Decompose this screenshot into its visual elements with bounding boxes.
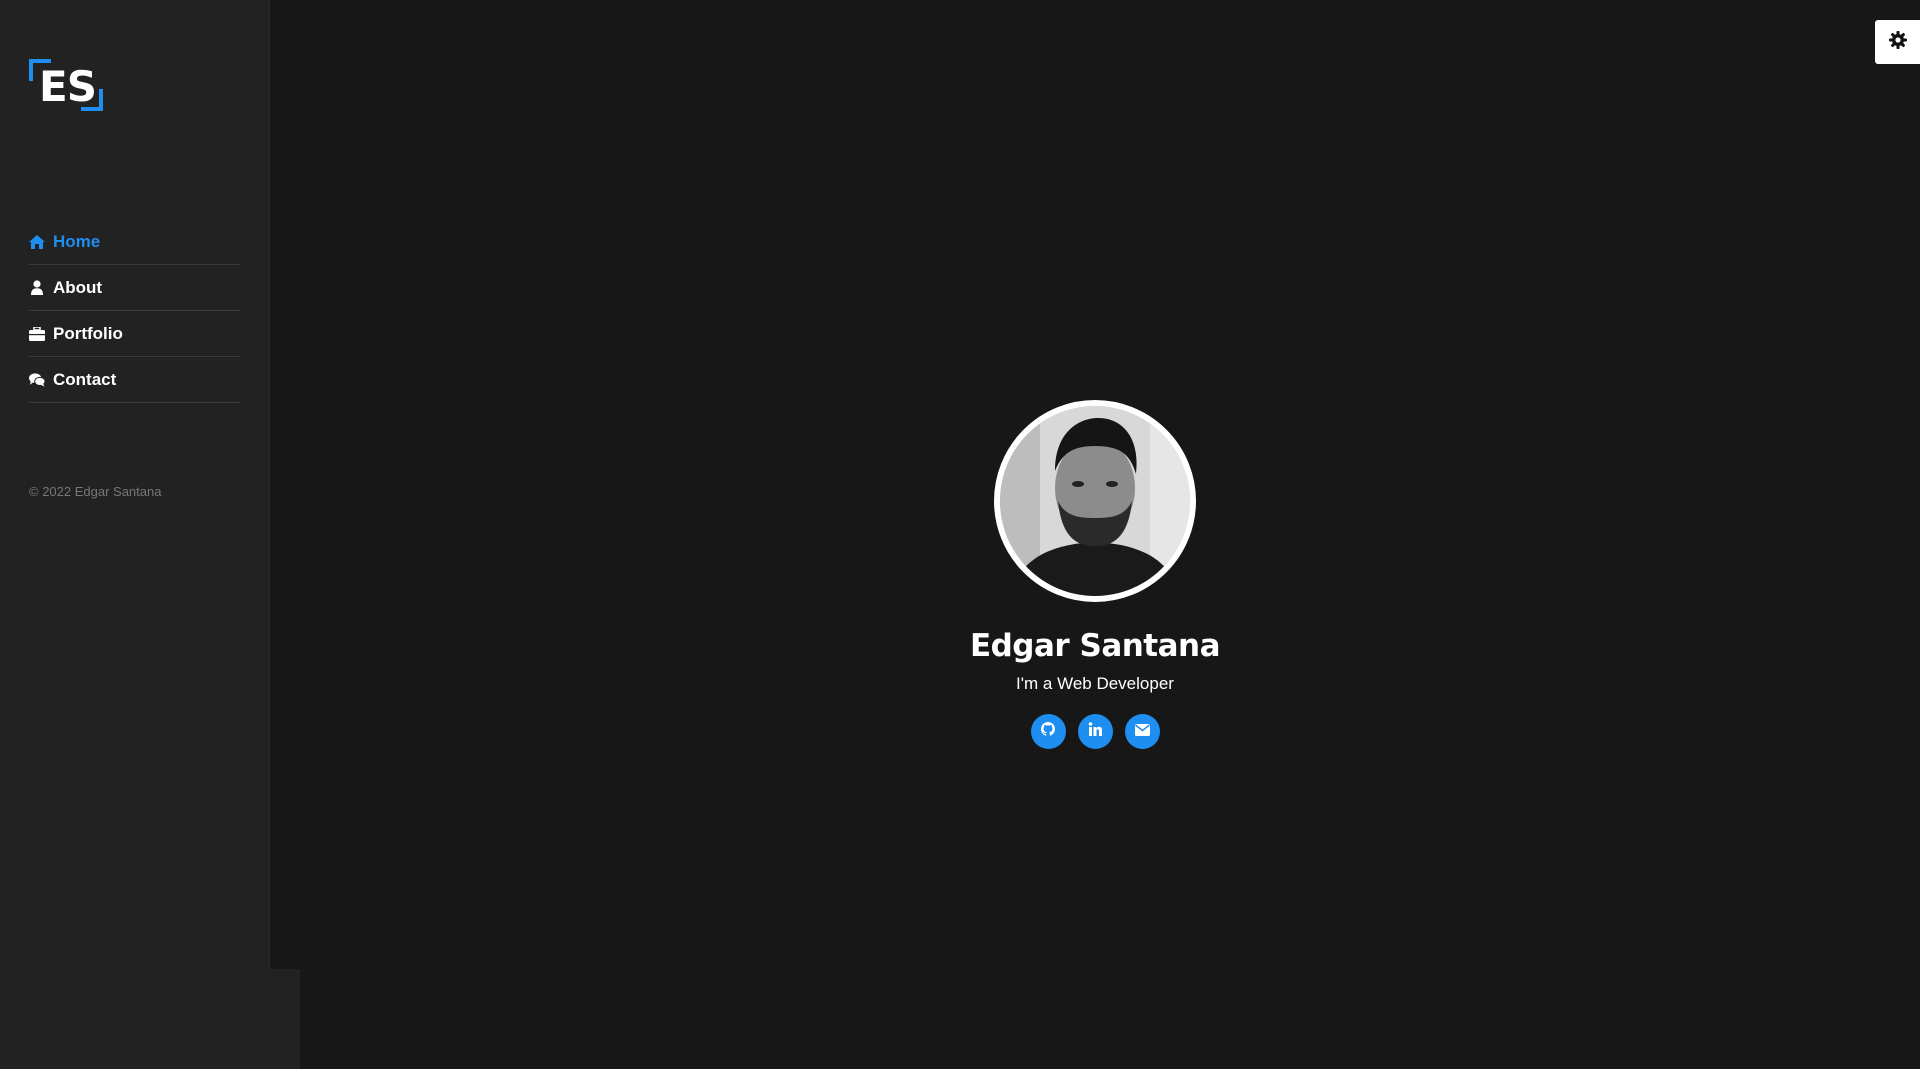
sidebar-item-label: Contact [53, 369, 117, 389]
social-links [950, 714, 1240, 749]
avatar-photo [1000, 406, 1190, 596]
linkedin-link[interactable] [1077, 714, 1113, 749]
hero: Edgar Santana I'm a Web Developer [950, 400, 1240, 749]
sidebar: ES Home About Portfolio Contact © 2022 E… [0, 0, 270, 969]
comments-icon [29, 372, 45, 388]
sidebar-nav: Home About Portfolio Contact [29, 219, 240, 403]
sidebar-item-portfolio[interactable]: Portfolio [29, 311, 240, 357]
sidebar-bottom-panel [0, 969, 300, 1069]
github-link[interactable] [1030, 714, 1066, 749]
linkedin-icon [1088, 722, 1102, 741]
settings-button[interactable] [1875, 20, 1920, 64]
hero-name: Edgar Santana [969, 628, 1221, 664]
sidebar-item-label: Home [53, 231, 101, 251]
sidebar-item-label: About [53, 277, 103, 297]
briefcase-icon [29, 326, 45, 342]
logo-text: ES [39, 62, 97, 111]
home-icon [29, 234, 45, 250]
sidebar-item-contact[interactable]: Contact [29, 357, 240, 403]
email-link[interactable] [1124, 714, 1160, 749]
avatar [994, 400, 1196, 602]
hero-role: I'm a Web Developer [1016, 674, 1174, 693]
logo[interactable]: ES [29, 59, 103, 111]
sidebar-item-about[interactable]: About [29, 265, 240, 311]
sidebar-item-label: Portfolio [53, 323, 123, 343]
envelope-icon [1134, 723, 1150, 741]
gear-icon [1888, 30, 1907, 54]
copyright: © 2022 Edgar Santana [29, 484, 162, 499]
sidebar-item-home[interactable]: Home [29, 219, 240, 265]
user-icon [29, 280, 45, 296]
github-icon [1041, 722, 1055, 741]
